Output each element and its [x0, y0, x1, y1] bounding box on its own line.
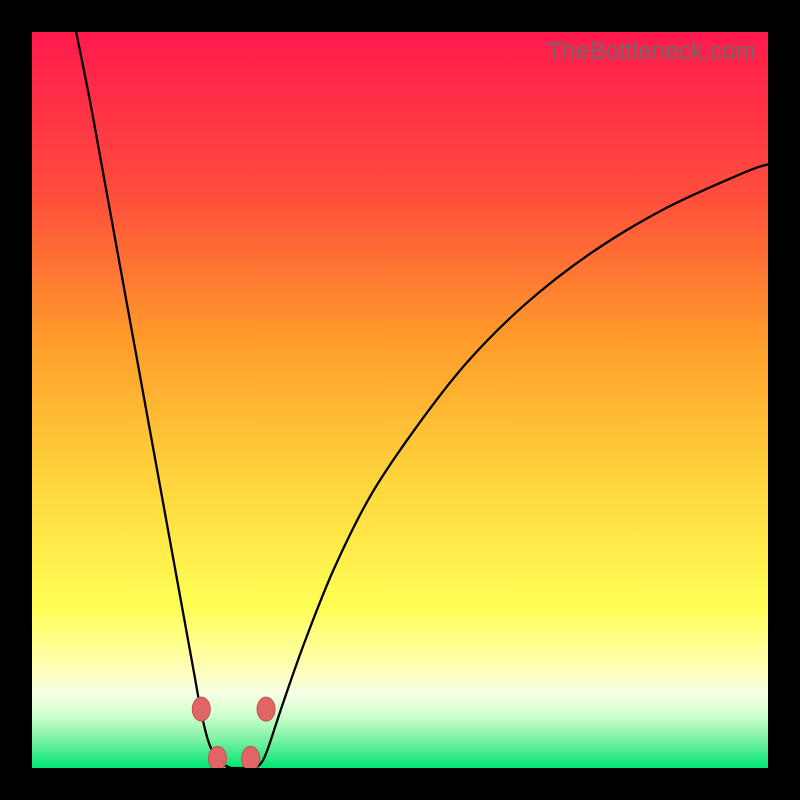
chart-frame: TheBottleneck.com [32, 32, 768, 768]
bottleneck-chart [32, 32, 768, 768]
gradient-background [32, 32, 768, 768]
marker-left-lower [208, 746, 226, 768]
marker-left-upper [192, 697, 210, 721]
marker-right-lower [242, 746, 260, 768]
watermark-text: TheBottleneck.com [547, 38, 756, 66]
marker-right-upper [257, 697, 275, 721]
